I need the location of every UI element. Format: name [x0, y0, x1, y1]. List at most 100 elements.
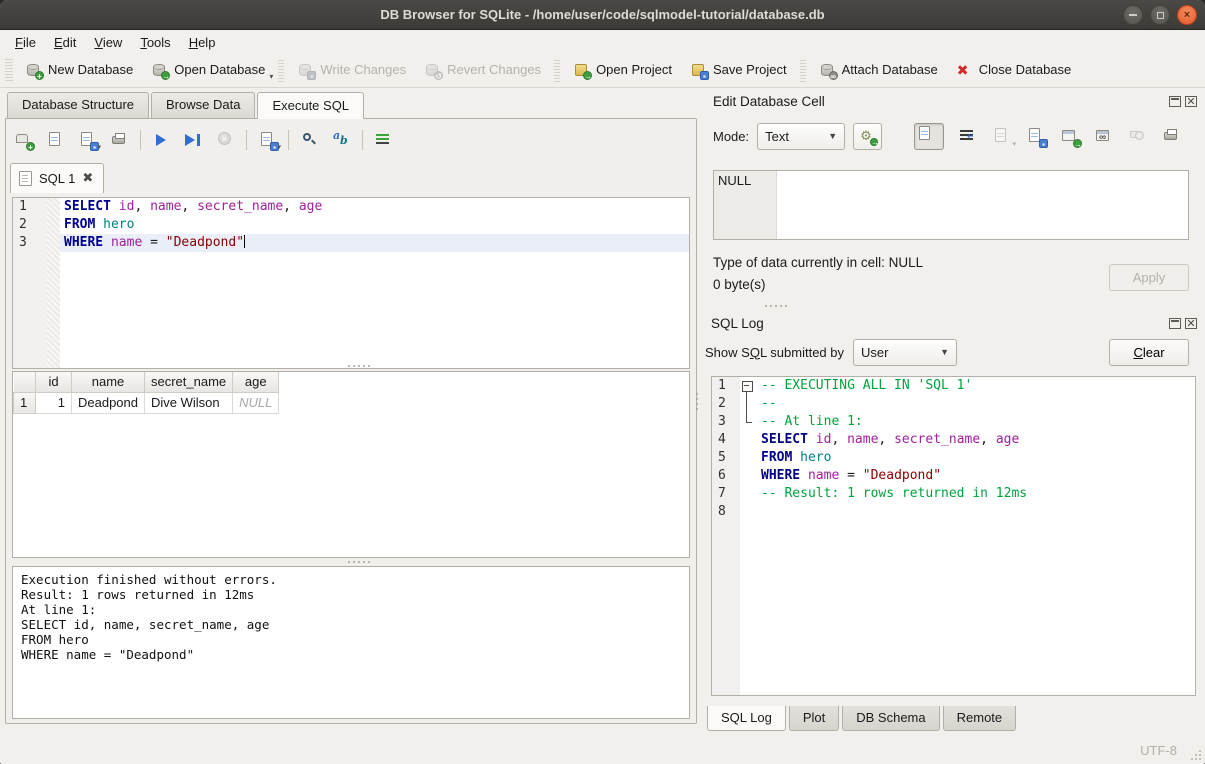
toolbar-button-label: Save Project [713, 62, 787, 78]
results-grid[interactable]: idnamesecret_nameage 11DeadpondDive Wils… [12, 371, 690, 558]
splitter-cell-log[interactable] [763, 303, 789, 309]
log-filter-select[interactable]: User ▼ [853, 339, 957, 366]
close-button[interactable]: × [1177, 5, 1197, 25]
copy-link-icon [1094, 127, 1114, 146]
close-tab-icon[interactable]: ✖ [82, 170, 93, 186]
text-caret [244, 235, 245, 248]
maximize-button[interactable] [1150, 5, 1170, 25]
format-sql-icon[interactable] [374, 131, 393, 149]
save-sql-file-icon[interactable]: ▪▾ [78, 131, 97, 149]
tab-sql-1[interactable]: SQL 1 ✖ [10, 163, 104, 193]
menu-bar: FileEditViewToolsHelp [0, 31, 1205, 53]
sql-log-title: SQL Log [711, 316, 1165, 331]
code-line: 4SELECT id, name, secret_name, age [712, 431, 1195, 449]
table-cell[interactable]: Dive Wilson [145, 392, 233, 413]
close-panel-icon[interactable]: ✕ [1185, 318, 1197, 329]
column-header-id[interactable]: id [36, 372, 72, 392]
copy-link-icon[interactable] [1094, 127, 1114, 146]
main-tab-bar: Database StructureBrowse DataExecute SQL [5, 92, 697, 118]
dropdown-caret-icon[interactable]: ▾ [97, 143, 101, 151]
column-header-name[interactable]: name [72, 372, 145, 392]
title-bar[interactable]: DB Browser for SQLite - /home/user/code/… [0, 0, 1205, 30]
save-project-button[interactable]: ▪Save Project [681, 58, 796, 83]
tab-browse-data[interactable]: Browse Data [151, 92, 255, 118]
open-sql-file-icon[interactable] [46, 131, 65, 149]
sql-doc-tab-bar: SQL 1 ✖ [10, 163, 104, 193]
toolbar-button-label: Revert Changes [447, 62, 541, 78]
menu-file[interactable]: File [6, 33, 45, 52]
execute-current-line-icon[interactable] [184, 131, 203, 149]
column-header-age[interactable]: age [233, 372, 279, 392]
code-line: 7-- Result: 1 rows returned in 12ms [712, 485, 1195, 503]
dropdown-caret-icon[interactable]: ▾ [277, 143, 281, 151]
dock-tab-remote[interactable]: Remote [943, 706, 1017, 731]
line-number: 6 [712, 467, 740, 485]
menu-edit[interactable]: Edit [45, 33, 85, 52]
menu-view[interactable]: View [85, 33, 131, 52]
line-number: 5 [712, 449, 740, 467]
auto-switch-mode-button[interactable]: ⚙→ [853, 123, 882, 150]
execution-message[interactable]: Execution finished without errors. Resul… [12, 566, 690, 719]
tab-execute-sql[interactable]: Execute SQL [257, 92, 364, 118]
sql-log-controls: Show SQL submitted by User ▼ Clear [705, 338, 1189, 366]
code-line: 2FROM hero [13, 216, 689, 234]
float-panel-icon[interactable] [1169, 96, 1181, 107]
export-results-icon[interactable]: ▪▾ [258, 131, 277, 149]
mode-select[interactable]: Text ▼ [757, 123, 845, 150]
find-icon[interactable] [300, 131, 319, 149]
apply-button[interactable]: Apply [1109, 264, 1189, 291]
export-data-icon[interactable]: ▪ [1026, 127, 1046, 146]
encoding-indicator[interactable]: UTF-8 [1140, 743, 1177, 758]
close-database-button[interactable]: ✖Close Database [947, 58, 1081, 83]
chevron-down-icon: ▼ [828, 131, 837, 141]
sql-log-view[interactable]: 1-- EXECUTING ALL IN 'SQL 1'2--3-- At li… [711, 376, 1196, 696]
column-header-secret_name[interactable]: secret_name [145, 372, 233, 392]
open-external-icon[interactable]: → [1060, 127, 1080, 146]
open-tab-icon[interactable]: + [14, 131, 33, 149]
open-database-button[interactable]: →Open Database▾ [142, 58, 274, 83]
print-cell-icon[interactable] [1162, 127, 1182, 146]
splitter-results-message[interactable] [346, 559, 372, 565]
text-mode-icon [915, 124, 943, 149]
print-icon[interactable] [110, 131, 129, 149]
text-mode-icon[interactable] [914, 123, 944, 150]
table-cell[interactable]: Deadpond [72, 392, 145, 413]
tab-database-structure[interactable]: Database Structure [7, 92, 149, 118]
row-number[interactable]: 1 [14, 392, 36, 413]
dock-tab-plot[interactable]: Plot [789, 706, 839, 731]
table-cell[interactable]: 1 [36, 392, 72, 413]
code-line: 3WHERE name = "Deadpond" [13, 234, 689, 252]
dock-tab-sql-log[interactable]: SQL Log [707, 706, 786, 731]
line-number: 3 [13, 234, 47, 252]
results-corner-header[interactable] [14, 372, 36, 392]
table-cell[interactable]: NULL [233, 392, 279, 413]
menu-tools[interactable]: Tools [131, 33, 179, 52]
menu-help[interactable]: Help [180, 33, 225, 52]
resize-grip[interactable] [1191, 750, 1201, 760]
splitter-editor-results[interactable] [346, 363, 372, 369]
clear-log-button[interactable]: Clear [1109, 339, 1189, 366]
code-text: SELECT id, name, secret_name, age [60, 198, 689, 216]
fold-collapse-icon[interactable] [740, 377, 757, 395]
dock-tab-db-schema[interactable]: DB Schema [842, 706, 939, 731]
open-project-button[interactable]: →Open Project [564, 58, 681, 83]
cell-value-editor[interactable]: NULL [713, 170, 1189, 240]
open-project-icon: → [573, 62, 590, 78]
word-wrap-icon[interactable] [958, 127, 978, 146]
new-database-button[interactable]: +New Database [16, 58, 142, 83]
minimize-button[interactable] [1123, 5, 1143, 25]
dropdown-caret-icon[interactable]: ▾ [269, 72, 273, 81]
attach-database-button[interactable]: ∞Attach Database [810, 58, 947, 83]
toolbar-button-label: Write Changes [320, 62, 406, 78]
fold-margin [740, 377, 757, 395]
find-replace-icon[interactable] [332, 131, 351, 149]
float-panel-icon[interactable] [1169, 318, 1181, 329]
dropdown-caret-icon[interactable]: ▾ [1012, 140, 1016, 148]
fold-margin [740, 395, 757, 413]
table-row[interactable]: 11DeadpondDive WilsonNULL [14, 392, 279, 413]
sql-editor[interactable]: 1SELECT id, name, secret_name, age2FROM … [12, 197, 690, 369]
close-panel-icon[interactable]: ✕ [1185, 96, 1197, 107]
execute-all-icon[interactable] [152, 131, 171, 149]
fold-line [740, 413, 757, 431]
splitter-main[interactable] [694, 388, 700, 414]
